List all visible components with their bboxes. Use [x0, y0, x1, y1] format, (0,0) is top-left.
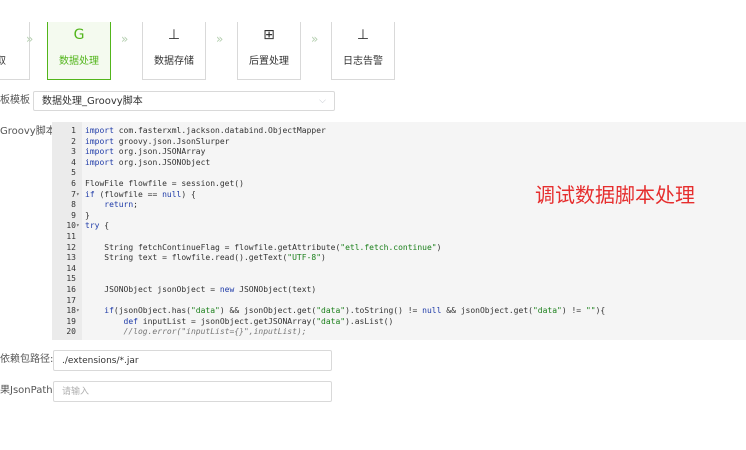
- step-log-alert[interactable]: ⊥ 日志告警: [331, 22, 395, 80]
- step-label: 数据存储: [154, 56, 194, 67]
- line-number: 9: [71, 210, 76, 220]
- template-select[interactable]: 数据处理_Groovy脚本 ⌵: [33, 91, 335, 111]
- storage-icon: ⊥: [167, 27, 181, 43]
- step-data-processing[interactable]: G 数据处理: [47, 22, 111, 80]
- step-label: 日志告警: [343, 56, 383, 67]
- code-text: def inputList = jsonObject.getJSONArray(…: [123, 316, 394, 326]
- code-text: String text = flowfile.read().getText("U…: [85, 253, 326, 263]
- line-number: 19: [66, 316, 76, 326]
- chevron-down-icon: ⌵: [319, 96, 326, 106]
- line-number: 14: [66, 263, 76, 273]
- fold-toggle-icon[interactable]: ▾: [76, 305, 82, 316]
- code-text: if(jsonObject.has("data") && jsonObject.…: [104, 306, 606, 316]
- fold-toggle-icon[interactable]: ▾: [76, 189, 82, 200]
- code-text: import org.json.JSONObject: [85, 157, 211, 167]
- line-number: 3: [71, 147, 76, 157]
- line-number: 5: [71, 168, 76, 178]
- chevron-right-icon: »: [26, 32, 34, 46]
- groovy-script-label: Groovy脚本: [0, 126, 56, 137]
- line-number: 10: [66, 221, 76, 231]
- code-text: try {: [85, 221, 110, 231]
- line-number: 15: [66, 274, 76, 284]
- step-label: 数据处理: [59, 56, 99, 67]
- result-jsonpath-label: 果JsonPath:: [0, 385, 56, 396]
- step-data-storage[interactable]: ⊥ 数据存储: [142, 22, 206, 80]
- line-number: 1: [71, 126, 76, 135]
- line-number: 17: [66, 295, 76, 305]
- template-label: 板模板: [0, 95, 30, 106]
- post-processing-icon: ⊞: [263, 27, 275, 43]
- step-label: 后置处理: [249, 56, 289, 67]
- code-text: String fetchContinueFlag = flowfile.getA…: [85, 242, 442, 252]
- chevron-right-icon: »: [121, 32, 129, 46]
- dependency-path-label: 依赖包路径:: [0, 354, 54, 365]
- line-number: 16: [66, 285, 76, 294]
- code-text: return;: [104, 200, 138, 210]
- code-text: FlowFile flowfile = session.get(): [85, 179, 244, 188]
- result-jsonpath-input[interactable]: [53, 381, 332, 402]
- chevron-right-icon: »: [311, 32, 319, 46]
- code-text: //log.error("inputList={}",inputList);: [123, 327, 307, 337]
- line-number: 7: [71, 189, 76, 199]
- code-text: import com.fasterxml.jackson.databind.Ob…: [85, 126, 326, 135]
- code-text: JSONObject jsonObject = new JSONObject(t…: [85, 285, 317, 294]
- code-text: import org.json.JSONArray: [85, 147, 206, 157]
- chevron-right-icon: »: [216, 32, 224, 46]
- line-number: 18: [66, 306, 76, 316]
- dependency-path-input[interactable]: [53, 350, 332, 371]
- line-number: 11: [66, 232, 76, 241]
- fold-toggle-icon[interactable]: ▾: [76, 220, 82, 231]
- code-text: import groovy.json.JsonSlurper: [85, 136, 230, 146]
- alert-icon: ⊥: [356, 27, 370, 43]
- code-text: }: [85, 210, 90, 220]
- line-number: 4: [71, 157, 76, 167]
- groovy-code-editor[interactable]: 1 import com.fasterxml.jackson.databind.O…: [52, 122, 746, 340]
- step-bar: 取 » G 数据处理 » ⊥ 数据存储 » ⊞ 后置处理 » ⊥ 日志告警: [0, 0, 746, 85]
- line-number: 12: [66, 242, 76, 252]
- line-number: 20: [66, 327, 76, 337]
- step-fetch[interactable]: 取: [0, 22, 30, 80]
- template-select-value: 数据处理_Groovy脚本: [42, 96, 143, 107]
- step-post-processing[interactable]: ⊞ 后置处理: [237, 22, 301, 80]
- code-text: if (flowfile == null) {: [85, 189, 196, 199]
- step-label: 取: [0, 56, 6, 67]
- line-number: 6: [71, 179, 76, 188]
- line-number: 8: [71, 200, 76, 210]
- processing-icon: G: [73, 27, 85, 43]
- processor-config-page: 取 » G 数据处理 » ⊥ 数据存储 » ⊞ 后置处理 » ⊥ 日志告警 板模…: [0, 0, 746, 450]
- line-number: 2: [71, 136, 76, 146]
- line-number: 13: [66, 253, 76, 263]
